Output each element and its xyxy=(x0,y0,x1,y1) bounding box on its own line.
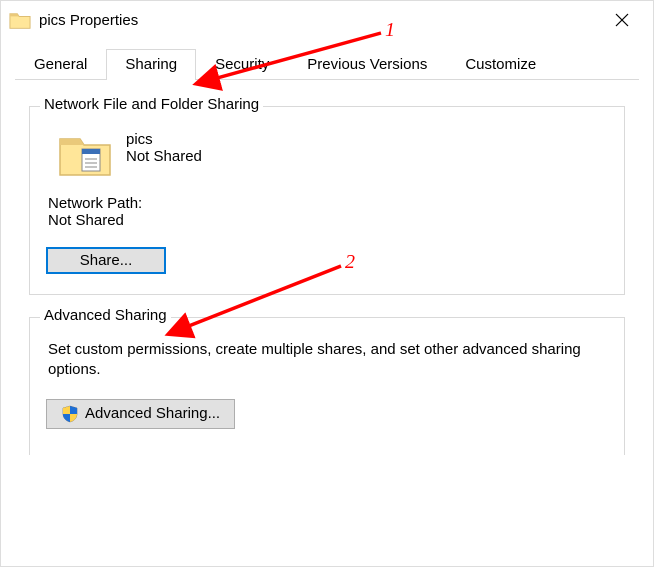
share-text: pics Not Shared xyxy=(126,131,202,165)
group-title-advanced-sharing: Advanced Sharing xyxy=(40,307,171,324)
shared-folder-icon xyxy=(58,131,112,177)
close-icon xyxy=(615,13,629,27)
tab-security[interactable]: Security xyxy=(196,49,288,79)
folder-icon xyxy=(9,10,31,30)
tab-general[interactable]: General xyxy=(15,49,106,79)
annotation-label-2: 2 xyxy=(345,251,355,274)
properties-window: pics Properties General Sharing Security… xyxy=(0,0,654,567)
share-button[interactable]: Share... xyxy=(46,247,166,274)
tabs-container: General Sharing Security Previous Versio… xyxy=(1,39,653,455)
titlebar: pics Properties xyxy=(1,1,653,39)
uac-shield-icon xyxy=(61,405,79,423)
group-title-network-sharing: Network File and Folder Sharing xyxy=(40,96,263,113)
advanced-sharing-button-label: Advanced Sharing... xyxy=(85,405,220,422)
share-button-label: Share... xyxy=(80,252,133,269)
share-folder-name: pics xyxy=(126,131,202,148)
window-title: pics Properties xyxy=(39,12,599,29)
group-advanced-sharing: Advanced Sharing Set custom permissions,… xyxy=(29,317,625,455)
close-button[interactable] xyxy=(599,5,645,35)
tabs: General Sharing Security Previous Versio… xyxy=(15,49,639,80)
group-network-sharing: Network File and Folder Sharing xyxy=(29,106,625,295)
advanced-sharing-button[interactable]: Advanced Sharing... xyxy=(46,399,235,429)
tab-sharing[interactable]: Sharing xyxy=(106,49,196,80)
tab-customize[interactable]: Customize xyxy=(446,49,555,79)
network-path-value: Not Shared xyxy=(48,212,608,229)
annotation-label-1: 1 xyxy=(385,19,395,42)
advanced-sharing-description: Set custom permissions, create multiple … xyxy=(48,340,606,381)
share-status: Not Shared xyxy=(126,148,202,165)
tab-content: Network File and Folder Sharing xyxy=(15,80,639,455)
network-path-label: Network Path: xyxy=(48,195,608,212)
share-info-row: pics Not Shared xyxy=(58,131,608,177)
tab-previous-versions[interactable]: Previous Versions xyxy=(288,49,446,79)
